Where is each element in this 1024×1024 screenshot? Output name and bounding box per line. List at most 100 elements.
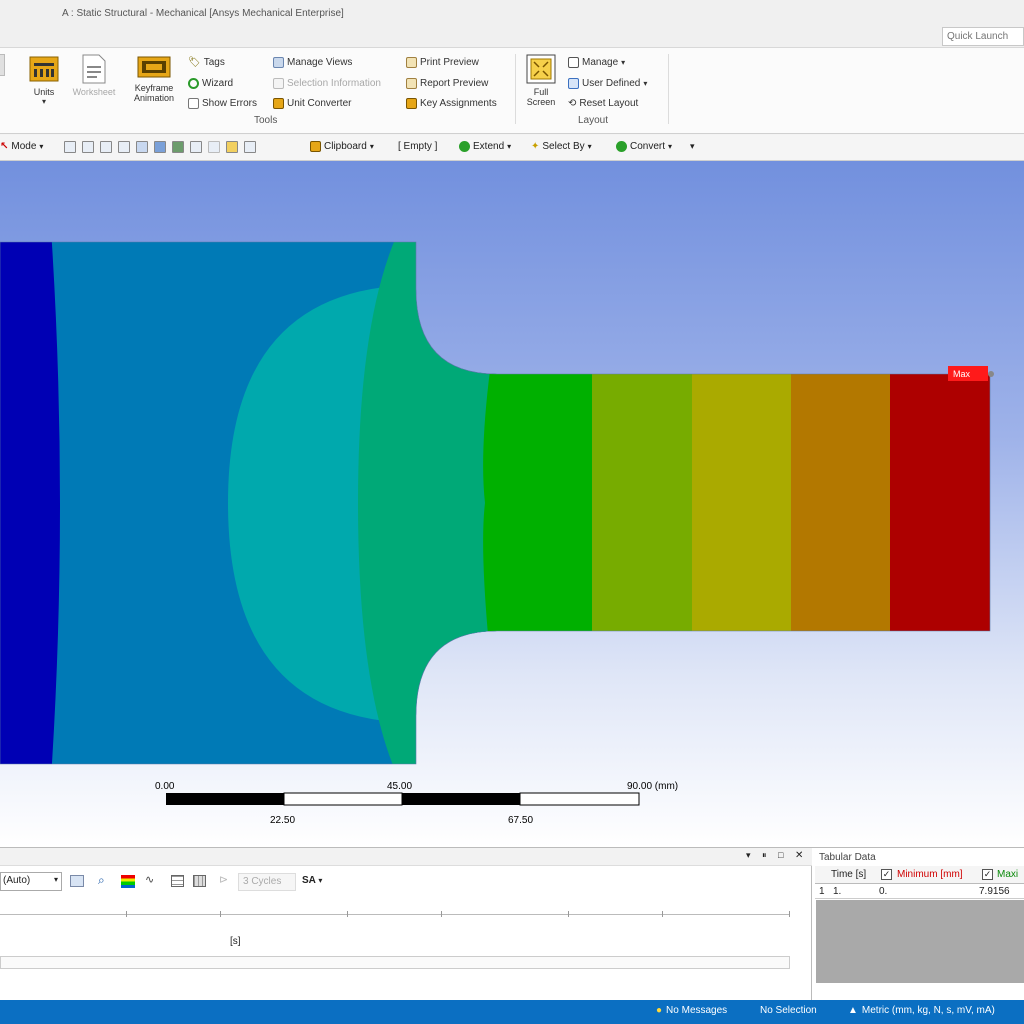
mode-label: Mode	[11, 141, 37, 152]
tabular-title: Tabular Data	[819, 852, 876, 863]
toolbar-overflow-icon[interactable]: ▾	[690, 141, 695, 152]
tag-icon: 🏷	[188, 57, 201, 68]
user-defined-button[interactable]: User Defined ▾	[568, 78, 647, 89]
select-element-face-icon[interactable]	[154, 141, 166, 153]
maximize-icon[interactable]: □	[778, 850, 783, 860]
header-minimum[interactable]: Minimum [mm]	[897, 869, 963, 880]
select-by-icon: ✦	[531, 141, 540, 152]
ribbon-partial-button[interactable]	[0, 54, 8, 79]
pin-toggle-icon[interactable]: ⏸	[762, 850, 767, 861]
select-body-icon[interactable]	[118, 141, 130, 153]
cursor-icon: ↖	[0, 141, 9, 152]
selection-information-icon	[273, 78, 284, 89]
select-filter-icon[interactable]	[208, 141, 220, 153]
extend-button[interactable]: Extend ▾	[459, 141, 511, 152]
report-preview-icon	[406, 78, 417, 89]
user-defined-icon	[568, 78, 579, 89]
ruler-label-67-5: 67.50	[508, 815, 533, 826]
select-by-button[interactable]: ✦ Select By ▾	[531, 141, 592, 152]
extend-icon	[459, 141, 470, 152]
selection-filter-buttons	[64, 141, 256, 153]
units-status[interactable]: ▲ Metric (mm, kg, N, s, mV, mA)	[848, 1005, 995, 1016]
timeline-scrollbar[interactable]	[0, 956, 790, 969]
max-probe-marker	[988, 371, 994, 377]
max-probe[interactable]: Max	[948, 366, 994, 381]
row-maximum: 7.9156	[979, 886, 1010, 897]
selection-information-button[interactable]: Selection Information	[273, 78, 381, 89]
contour-bands	[0, 242, 990, 764]
manage-views-button[interactable]: Manage Views	[273, 57, 352, 68]
ruler-label-22-5: 22.50	[270, 815, 295, 826]
keyframe-animation-button[interactable]: Keyframe Animation	[124, 54, 184, 103]
graphics-viewport[interactable]: Max 0.00 45.00 90.00 (mm) 22.50 67.50	[0, 161, 1024, 847]
grid-icon[interactable]	[171, 875, 184, 887]
pin-icon[interactable]: ▾	[746, 850, 751, 861]
select-face-icon[interactable]	[100, 141, 112, 153]
select-by-label: Select By	[542, 141, 585, 152]
selection-status: No Selection	[760, 1005, 817, 1016]
report-preview-label: Report Preview	[420, 78, 489, 89]
manage-label: Manage	[582, 57, 619, 68]
min-checkbox[interactable]: ✓	[881, 869, 892, 880]
layout-group-label: Layout	[578, 115, 609, 126]
reset-layout-button[interactable]: ⟲ Reset Layout	[568, 98, 638, 109]
title-bar: A : Static Structural - Mechanical [Ansy…	[0, 0, 1024, 48]
select-extra-icon[interactable]	[244, 141, 256, 153]
worksheet-button[interactable]: Worksheet	[64, 54, 124, 97]
manage-layout-button[interactable]: Manage ▾	[568, 57, 625, 68]
select-funnel-icon[interactable]	[226, 141, 238, 153]
header-time[interactable]: Time [s]	[831, 869, 866, 880]
ribbon-separator-end	[668, 54, 669, 124]
report-preview-button[interactable]: Report Preview	[406, 78, 488, 89]
auto-select-value: (Auto)	[3, 875, 31, 886]
select-vertex-icon[interactable]	[64, 141, 76, 153]
row-index: 1	[819, 886, 825, 897]
close-icon[interactable]: ✕	[795, 850, 803, 861]
mode-button[interactable]: ↖ Mode ▾	[0, 141, 43, 152]
units-icon	[29, 56, 59, 82]
clipboard-label: Clipboard	[324, 141, 367, 152]
convert-button[interactable]: Convert ▾	[616, 141, 672, 152]
keyframe-label-1: Keyframe	[134, 83, 174, 93]
unit-converter-icon	[273, 98, 284, 109]
unit-converter-button[interactable]: Unit Converter	[273, 98, 351, 109]
tabular-empty-area	[816, 900, 1024, 983]
select-mesh-icon[interactable]	[190, 141, 202, 153]
sa-button[interactable]: SA ▾	[302, 875, 322, 886]
print-preview-button[interactable]: Print Preview	[406, 57, 479, 68]
units-up-icon: ▲	[848, 1005, 858, 1016]
cycles-button[interactable]: 3 Cycles	[238, 873, 296, 891]
messages-status[interactable]: ● No Messages	[656, 1005, 727, 1016]
select-edge-icon[interactable]	[82, 141, 94, 153]
worksheet-label: Worksheet	[72, 87, 116, 97]
units-button[interactable]: Units ▾	[26, 54, 62, 106]
select-node-icon[interactable]	[136, 141, 148, 153]
show-errors-label: Show Errors	[202, 98, 258, 109]
manage-views-label: Manage Views	[287, 57, 353, 68]
units-text: Metric (mm, kg, N, s, mV, mA)	[861, 1005, 995, 1016]
play-icon[interactable]: ⊳	[219, 873, 228, 886]
show-errors-button[interactable]: Show Errors	[188, 98, 257, 109]
max-checkbox[interactable]: ✓	[982, 869, 993, 880]
clipboard-icon	[310, 141, 321, 152]
table-icon[interactable]	[193, 875, 206, 887]
select-element-icon[interactable]	[172, 141, 184, 153]
key-assignments-button[interactable]: Key Assignments	[406, 98, 497, 109]
clipboard-button[interactable]: Clipboard ▾	[310, 141, 374, 152]
wizard-button[interactable]: Wizard	[188, 78, 233, 89]
user-defined-dropdown-icon: ▾	[643, 79, 648, 88]
quick-launch-input[interactable]	[942, 27, 1024, 46]
graph-settings-icon[interactable]	[70, 875, 84, 887]
manage-views-icon	[273, 57, 284, 68]
zoom-icon[interactable]: ⌕	[98, 873, 105, 888]
tags-button[interactable]: 🏷 Tags	[188, 57, 225, 68]
extend-dropdown-icon: ▾	[507, 142, 512, 151]
auto-select[interactable]: (Auto) ▾	[0, 872, 62, 891]
header-maximum[interactable]: Maxi	[997, 869, 1018, 880]
full-screen-button[interactable]: Full Screen	[521, 54, 561, 107]
curve-icon[interactable]: ∿	[145, 873, 154, 886]
legend-colors-icon[interactable]	[121, 875, 135, 888]
tabular-row[interactable]: 1 1. 0. 7.9156	[815, 885, 1024, 899]
convert-dropdown-icon: ▾	[668, 142, 673, 151]
units-dropdown-icon: ▾	[41, 97, 46, 106]
